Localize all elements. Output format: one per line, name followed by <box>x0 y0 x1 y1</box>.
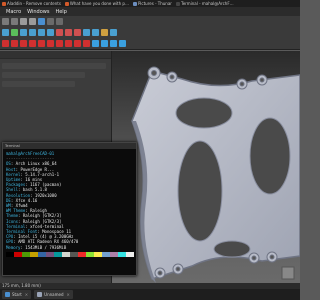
toolbar-button-icon[interactable] <box>101 29 108 36</box>
browser-icon <box>2 1 6 6</box>
color-swatch <box>70 251 78 257</box>
tab-unnamed-label: Unnamed <box>44 292 64 297</box>
toolbar-button-icon[interactable] <box>38 29 45 36</box>
toolbar-button-icon[interactable] <box>38 40 45 47</box>
toolbar-button-icon[interactable] <box>20 18 27 25</box>
color-swatch <box>62 251 70 257</box>
browser-icon <box>64 1 69 6</box>
cutout-upper <box>175 97 233 129</box>
terminal-value: 1920x1080 <box>34 192 57 198</box>
panel-header <box>0 51 111 59</box>
terminal-value: 1543MiB / 7936MiB <box>25 244 67 250</box>
toolbar-button-icon[interactable] <box>119 40 126 47</box>
color-swatch <box>102 251 110 257</box>
document-icon <box>37 292 43 297</box>
terminal-window[interactable]: Terminal mahal@ArchFreeCAD-01 ----------… <box>2 142 137 276</box>
toolbar-button-icon[interactable] <box>74 40 81 47</box>
toolbar-button-icon[interactable] <box>56 29 63 36</box>
color-swatch <box>86 251 94 257</box>
tab-start[interactable]: Start × <box>2 290 32 299</box>
terminal-lines: OS: Arch Linux x86_64 Host: PowerEdge R..… <box>6 161 134 249</box>
toolbar-button-icon[interactable] <box>47 18 54 25</box>
taskbar-item[interactable]: Aladdin - Remove contents <box>0 0 63 7</box>
color-swatch <box>126 251 134 257</box>
cutout-lower <box>213 240 251 258</box>
terminal-icon <box>175 1 180 6</box>
color-swatches <box>6 251 134 257</box>
toolbar-button-icon[interactable] <box>74 29 81 36</box>
color-swatch <box>22 251 30 257</box>
toolbar-button-icon[interactable] <box>29 40 36 47</box>
tree-item[interactable] <box>2 72 86 78</box>
toolbar-button-icon[interactable] <box>110 40 117 47</box>
close-icon[interactable]: × <box>25 292 28 297</box>
toolbar-button-icon[interactable] <box>47 29 54 36</box>
start-icon <box>5 292 10 297</box>
toolbar-button-icon[interactable] <box>65 29 72 36</box>
navigation-cube-icon <box>281 266 295 280</box>
document-tabbar: Start × Unnamed × <box>0 289 300 300</box>
color-swatch <box>46 251 54 257</box>
taskbar-item-label: Pictures - Thunar <box>137 1 172 6</box>
color-swatch <box>30 251 38 257</box>
toolbar-button-icon[interactable] <box>2 18 9 25</box>
tab-unnamed[interactable]: Unnamed × <box>34 290 73 299</box>
toolbar-button-icon[interactable] <box>56 40 63 47</box>
tab-start-label: Start <box>12 292 22 297</box>
3d-viewport[interactable] <box>112 51 300 283</box>
toolbar-button-icon[interactable] <box>11 29 18 36</box>
color-swatch <box>6 251 14 257</box>
color-swatch <box>94 251 102 257</box>
toolbar-part <box>0 38 300 50</box>
color-swatch <box>54 251 62 257</box>
color-swatch <box>38 251 46 257</box>
toolbar-button-icon[interactable] <box>11 18 18 25</box>
toolbar-button-icon[interactable] <box>83 40 90 47</box>
terminal-line: Memory: 1543MiB / 7936MiB <box>6 244 67 250</box>
3d-part-render <box>131 66 300 283</box>
menu-help[interactable]: Help <box>55 9 66 15</box>
terminal-output: mahal@ArchFreeCAD-01 -------------------… <box>3 149 136 257</box>
toolbar-button-icon[interactable] <box>29 29 36 36</box>
color-swatch <box>14 251 22 257</box>
color-swatch <box>110 251 118 257</box>
close-icon[interactable]: × <box>67 292 70 297</box>
toolbar-button-icon[interactable] <box>20 40 27 47</box>
menu-windows[interactable]: Windows <box>27 9 49 15</box>
toolbar-button-icon[interactable] <box>2 29 9 36</box>
taskbar-item[interactable]: Terminal - mahal@ArchF… <box>174 0 236 7</box>
toolbar-button-icon[interactable] <box>20 29 27 36</box>
toolbar-button-icon[interactable] <box>101 40 108 47</box>
toolbar-button-icon[interactable] <box>83 29 90 36</box>
toolbar-button-icon[interactable] <box>2 40 9 47</box>
toolbar-button-icon[interactable] <box>56 18 63 25</box>
terminal-key: Memory <box>6 244 21 250</box>
toolbar-button-icon[interactable] <box>65 40 72 47</box>
menubar: Macro Windows Help <box>0 7 300 16</box>
toolbar-view <box>0 27 300 38</box>
toolbar-button-icon[interactable] <box>29 18 36 25</box>
toolbar-button-icon[interactable] <box>92 29 99 36</box>
tree-item[interactable] <box>2 63 106 69</box>
folder-icon <box>132 1 137 6</box>
taskbar-item[interactable]: Pictures - Thunar <box>131 0 174 7</box>
top-taskbar: Aladdin - Remove contents What have you d… <box>0 0 300 7</box>
toolbar-button-icon[interactable] <box>38 18 45 25</box>
toolbar-button-icon[interactable] <box>92 40 99 47</box>
color-swatch <box>118 251 126 257</box>
color-swatch <box>78 251 86 257</box>
toolbar-file <box>0 16 300 27</box>
toolbar-button-icon[interactable] <box>11 40 18 47</box>
taskbar-item[interactable]: What have you done with p… <box>63 0 131 7</box>
toolbar-button-icon[interactable] <box>110 29 117 36</box>
taskbar-item-label: Terminal - mahal@ArchF… <box>180 1 234 6</box>
cutout-right <box>249 117 291 195</box>
toolbar-button-icon[interactable] <box>47 40 54 47</box>
menu-macro[interactable]: Macro <box>6 9 21 15</box>
cutout-left <box>177 140 223 242</box>
tree-item[interactable] <box>2 81 75 87</box>
taskbar-item-label: Aladdin - Remove contents <box>7 1 61 6</box>
taskbar-item-label: What have you done with p… <box>69 1 129 6</box>
